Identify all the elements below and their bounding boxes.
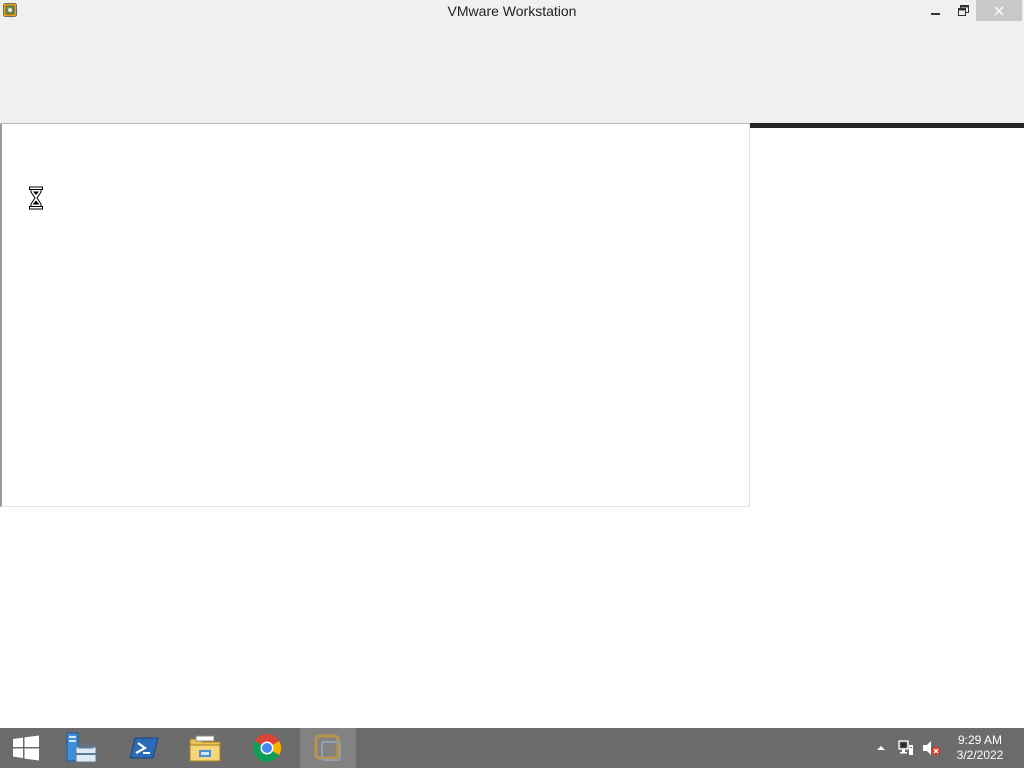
taskbar-chrome[interactable]	[244, 728, 290, 768]
show-hidden-icons-chevron	[877, 746, 885, 750]
minimize-icon	[931, 12, 940, 15]
restore-icon	[957, 5, 969, 16]
restore-button[interactable]	[950, 0, 976, 21]
vmware-workstation-icon	[314, 734, 341, 761]
content-panel	[0, 124, 750, 507]
server-manager-icon	[66, 732, 97, 763]
title-bar[interactable]: VMware Workstation	[0, 0, 1024, 23]
taskbar-powershell[interactable]	[122, 728, 166, 768]
network-tray-button[interactable]	[894, 728, 918, 768]
file-explorer-icon	[189, 735, 221, 762]
show-hidden-icons-button[interactable]	[872, 728, 890, 768]
hourglass-busy-icon	[29, 186, 43, 210]
taskbar-server-manager[interactable]	[58, 728, 104, 768]
minimize-button[interactable]	[922, 0, 950, 21]
taskbar: 9:29 AM 3/2/2022	[0, 728, 1024, 768]
tray-clock[interactable]: 9:29 AM 3/2/2022	[944, 733, 1016, 763]
window-title: VMware Workstation	[447, 3, 577, 19]
start-button[interactable]	[4, 728, 48, 768]
close-icon	[994, 6, 1004, 15]
powershell-icon	[129, 737, 159, 759]
windows-start-icon	[13, 735, 39, 761]
network-icon	[898, 740, 913, 755]
clock-date: 3/2/2022	[956, 748, 1004, 762]
taskbar-file-explorer[interactable]	[182, 728, 228, 768]
dark-strip	[750, 123, 1024, 128]
desktop-screen: VMware Workstation 9:29 AM 3/2/2022	[0, 0, 1024, 768]
volume-tray-button[interactable]	[918, 728, 944, 768]
chrome-icon	[253, 734, 281, 762]
toolbar-area	[0, 23, 1024, 123]
taskbar-vmware-workstation[interactable]	[300, 728, 356, 768]
close-button[interactable]	[976, 0, 1022, 21]
volume-muted-icon	[923, 741, 941, 756]
clock-time: 9:29 AM	[957, 733, 1003, 747]
